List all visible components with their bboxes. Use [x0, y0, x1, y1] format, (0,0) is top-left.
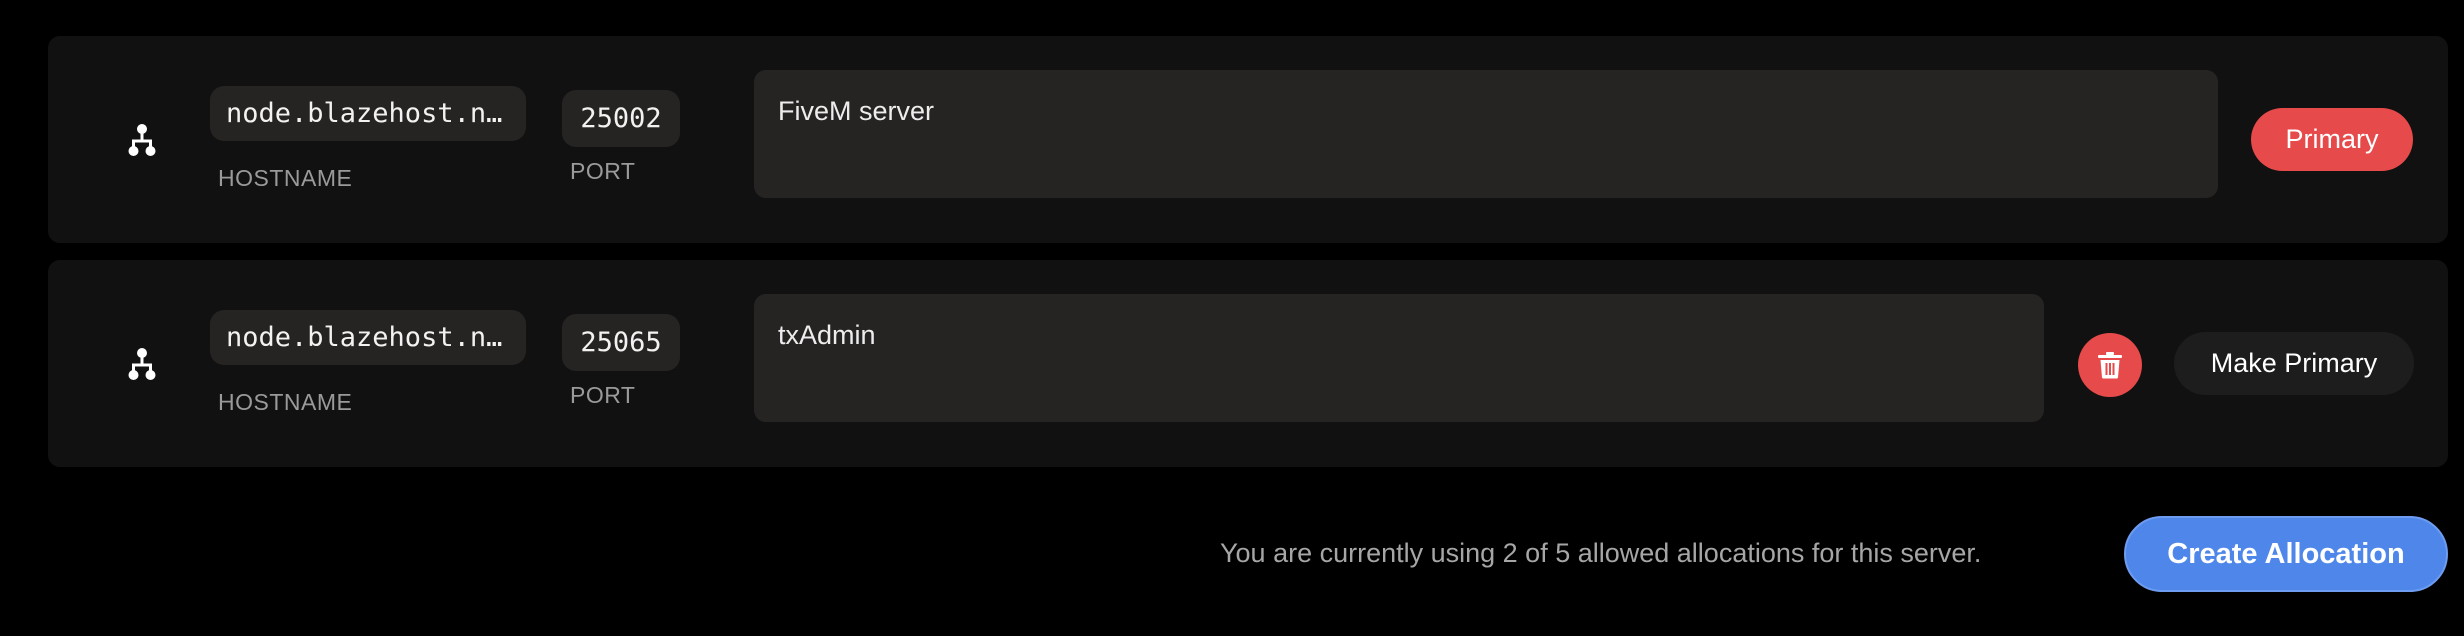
port-value: 25065: [580, 327, 662, 358]
delete-allocation-button[interactable]: [2078, 333, 2142, 397]
trash-icon: [2098, 352, 2122, 379]
port-value: 25002: [580, 103, 662, 134]
port-label: PORT: [570, 382, 636, 408]
make-primary-button[interactable]: Make Primary: [2174, 332, 2414, 395]
hostname-value: node.blazehost.net: [226, 322, 510, 353]
notes-input[interactable]: FiveM server: [754, 70, 2218, 198]
hostname-label: HOSTNAME: [218, 389, 353, 415]
allocation-usage-text: You are currently using 2 of 5 allowed a…: [1220, 538, 1982, 568]
hostname-field[interactable]: node.blazehost.net: [210, 310, 526, 365]
allocations-panel: node.blazehost.net HOSTNAME 25002 PORT F…: [0, 0, 2464, 636]
primary-badge: Primary: [2251, 108, 2413, 171]
network-icon: [128, 124, 156, 156]
allocation-row: node.blazehost.net HOSTNAME 25065 PORT t…: [48, 260, 2448, 467]
network-icon: [128, 348, 156, 380]
port-field[interactable]: 25065: [562, 314, 680, 371]
notes-input[interactable]: txAdmin: [754, 294, 2044, 422]
hostname-value: node.blazehost.net: [226, 98, 510, 129]
hostname-label: HOSTNAME: [218, 165, 353, 191]
hostname-field[interactable]: node.blazehost.net: [210, 86, 526, 141]
port-field[interactable]: 25002: [562, 90, 680, 147]
create-allocation-button[interactable]: Create Allocation: [2124, 516, 2448, 592]
allocation-row: node.blazehost.net HOSTNAME 25002 PORT F…: [48, 36, 2448, 243]
port-label: PORT: [570, 158, 636, 184]
